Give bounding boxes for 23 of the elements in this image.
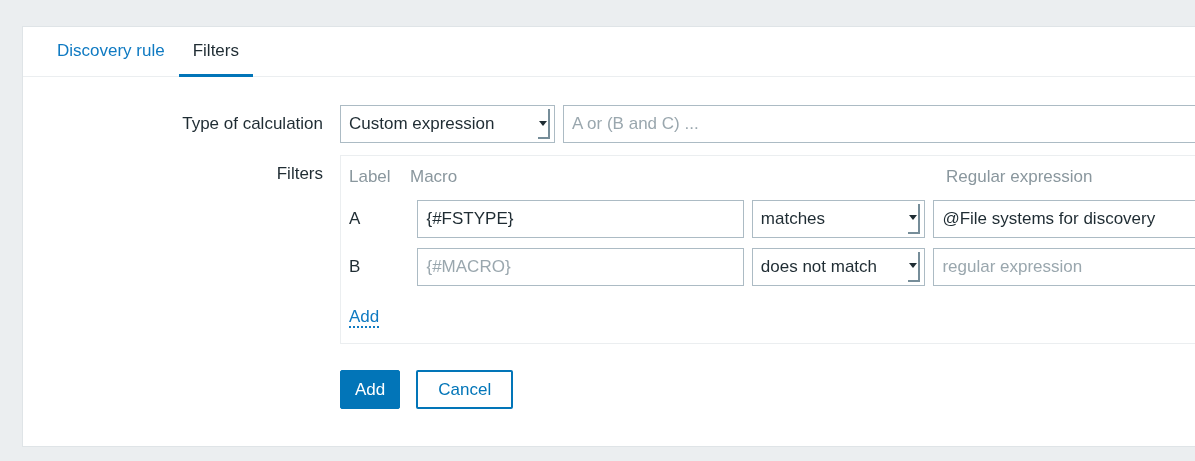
field-label: Filters	[275, 163, 323, 185]
cancel-button[interactable]: Cancel	[416, 370, 514, 409]
macro-field[interactable]: {#MACRO}	[417, 247, 744, 286]
row-label: A	[349, 207, 362, 230]
expression-field[interactable]: A or (B and C) ...	[563, 105, 1195, 143]
regex-field[interactable]: regular expression	[933, 247, 1195, 286]
column-header: Label	[349, 166, 392, 188]
macro-field[interactable]: {#FSTYPE}	[417, 199, 744, 238]
tab[interactable]: Filters	[178, 27, 253, 77]
caret-icon	[908, 251, 921, 282]
column-header: Macro	[410, 166, 459, 188]
column-header: Regular expression	[946, 166, 1093, 188]
dropdown[interactable]: does not match	[751, 247, 926, 286]
tab[interactable]: Discovery rule	[43, 27, 179, 77]
regex-field[interactable]: @File systems for discovery	[933, 199, 1195, 238]
add-link[interactable]: Add	[349, 306, 380, 328]
dropdown[interactable]: Custom expression	[340, 105, 555, 143]
add-button[interactable]: Add	[340, 370, 401, 409]
caret-icon	[908, 203, 921, 234]
caret-icon	[538, 109, 550, 139]
dropdown[interactable]: matches	[751, 199, 926, 238]
row-label: B	[349, 255, 362, 278]
field-label: Type of calculation	[181, 113, 323, 135]
